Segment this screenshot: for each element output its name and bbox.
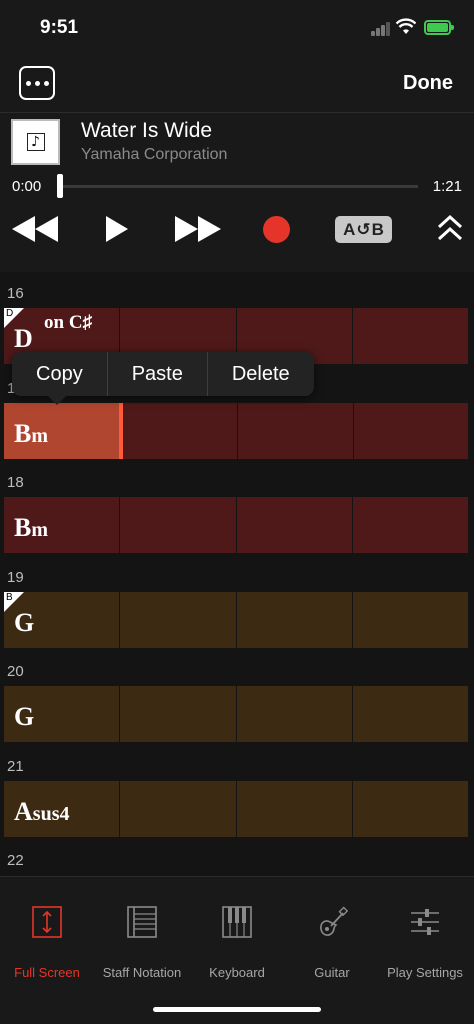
loop-icon: ↺ xyxy=(356,219,371,239)
chord-cell[interactable] xyxy=(236,781,353,837)
current-time: 0:00 xyxy=(12,178,42,195)
home-indicator xyxy=(153,1007,321,1012)
chord-chart: 16 D D on C♯ 17 Bm 18 Bm 19 B G xyxy=(0,272,474,876)
ab-a-label: A xyxy=(343,219,356,239)
context-menu-pointer xyxy=(48,396,66,405)
chord-cell[interactable] xyxy=(120,592,237,648)
chord-cell[interactable] xyxy=(120,497,237,553)
song-artist: Yamaha Corporation xyxy=(81,146,228,163)
fast-forward-button[interactable] xyxy=(174,215,222,243)
guitar-icon xyxy=(320,906,348,936)
status-bar: 9:51 xyxy=(0,0,474,56)
ab-b-label: B xyxy=(371,219,384,239)
chord-cell[interactable]: G xyxy=(4,686,121,742)
chord-label: D xyxy=(14,324,33,353)
record-button[interactable] xyxy=(263,216,290,243)
chord-cell[interactable] xyxy=(236,686,353,742)
cellular-signal-icon xyxy=(371,22,391,36)
battery-icon xyxy=(424,20,454,35)
chord-cell[interactable] xyxy=(122,403,238,459)
bottom-tab-bar: Full Screen Staff Notation Keyboard Guit… xyxy=(0,876,474,1024)
bar-number: 18 xyxy=(7,474,24,491)
bar-number: 22 xyxy=(7,852,24,869)
done-button[interactable]: Done xyxy=(403,72,453,95)
song-title: Water Is Wide xyxy=(81,119,213,142)
ellipsis-icon xyxy=(25,80,31,86)
section-marker-label: D xyxy=(6,308,14,319)
chord-label: Bm xyxy=(14,513,49,542)
chord-cell[interactable] xyxy=(236,497,353,553)
bar-row-21: Asus4 xyxy=(4,781,468,837)
music-note-icon: ♪ xyxy=(26,133,45,151)
chord-label: G xyxy=(14,608,35,637)
chord-cell[interactable] xyxy=(120,686,237,742)
chord-cell[interactable]: Asus4 xyxy=(4,781,121,837)
bar-number: 21 xyxy=(7,758,24,775)
play-button[interactable] xyxy=(102,215,130,243)
bar-row-17: Bm xyxy=(4,403,468,459)
chord-cell[interactable] xyxy=(352,592,468,648)
more-options-button[interactable] xyxy=(19,66,55,100)
header: Done xyxy=(0,56,474,112)
tab-label: Play Settings xyxy=(387,965,463,980)
wifi-icon xyxy=(396,18,416,34)
chord-label: G xyxy=(14,702,35,731)
chord-cell[interactable] xyxy=(352,781,468,837)
delete-menu-item[interactable]: Delete xyxy=(208,352,314,396)
bar-row-20: G xyxy=(4,686,468,742)
tab-full-screen[interactable]: Full Screen xyxy=(0,905,94,980)
chord-cell[interactable] xyxy=(353,403,468,459)
sliders-icon xyxy=(411,909,439,935)
chord-bass-label: on C♯ xyxy=(44,312,93,333)
keyboard-icon xyxy=(222,906,252,938)
collapse-chevron-icon[interactable] xyxy=(436,213,464,245)
full-screen-icon xyxy=(32,906,62,938)
chord-cell[interactable] xyxy=(236,592,353,648)
chord-cell[interactable] xyxy=(120,781,237,837)
tab-guitar[interactable]: Guitar xyxy=(285,905,379,980)
song-artwork: ♪ xyxy=(11,119,60,165)
tab-label: Keyboard xyxy=(209,965,265,980)
section-marker-label: B xyxy=(6,592,13,603)
tab-label: Guitar xyxy=(314,965,350,980)
progress-slider[interactable] xyxy=(58,185,418,188)
chord-label: Asus4 xyxy=(14,797,70,826)
rewind-button[interactable] xyxy=(11,215,59,243)
chord-label: Bm xyxy=(14,419,49,448)
bar-row-18: Bm xyxy=(4,497,468,553)
tab-play-settings[interactable]: Play Settings xyxy=(378,905,472,980)
edit-context-menu: Copy Paste Delete xyxy=(12,352,314,396)
chord-cell[interactable]: Bm xyxy=(4,497,121,553)
chord-cell[interactable]: B G xyxy=(4,592,121,648)
player-panel: ♪ Water Is Wide Yamaha Corporation 0:00 … xyxy=(0,112,474,272)
chord-cell[interactable] xyxy=(352,308,468,364)
tab-keyboard[interactable]: Keyboard xyxy=(190,905,284,980)
total-time: 1:21 xyxy=(432,178,462,195)
bar-number: 16 xyxy=(7,285,24,302)
bar-number: 19 xyxy=(7,569,24,586)
chord-cell[interactable] xyxy=(352,497,468,553)
chord-cell-selected[interactable]: Bm xyxy=(4,403,123,459)
tab-label: Staff Notation xyxy=(102,965,182,980)
progress-thumb[interactable] xyxy=(57,174,63,198)
ab-repeat-button[interactable]: A ↺ B xyxy=(335,216,392,243)
tab-staff-notation[interactable]: Staff Notation xyxy=(95,905,189,980)
paste-menu-item[interactable]: Paste xyxy=(108,352,208,396)
bar-row-19: B G xyxy=(4,592,468,648)
bar-number: 20 xyxy=(7,663,24,680)
status-time: 9:51 xyxy=(40,17,79,38)
chord-cell[interactable] xyxy=(238,403,354,459)
copy-menu-item[interactable]: Copy xyxy=(12,352,108,396)
tab-label: Full Screen xyxy=(14,965,80,980)
staff-notation-icon xyxy=(127,906,157,938)
chord-cell[interactable] xyxy=(352,686,468,742)
